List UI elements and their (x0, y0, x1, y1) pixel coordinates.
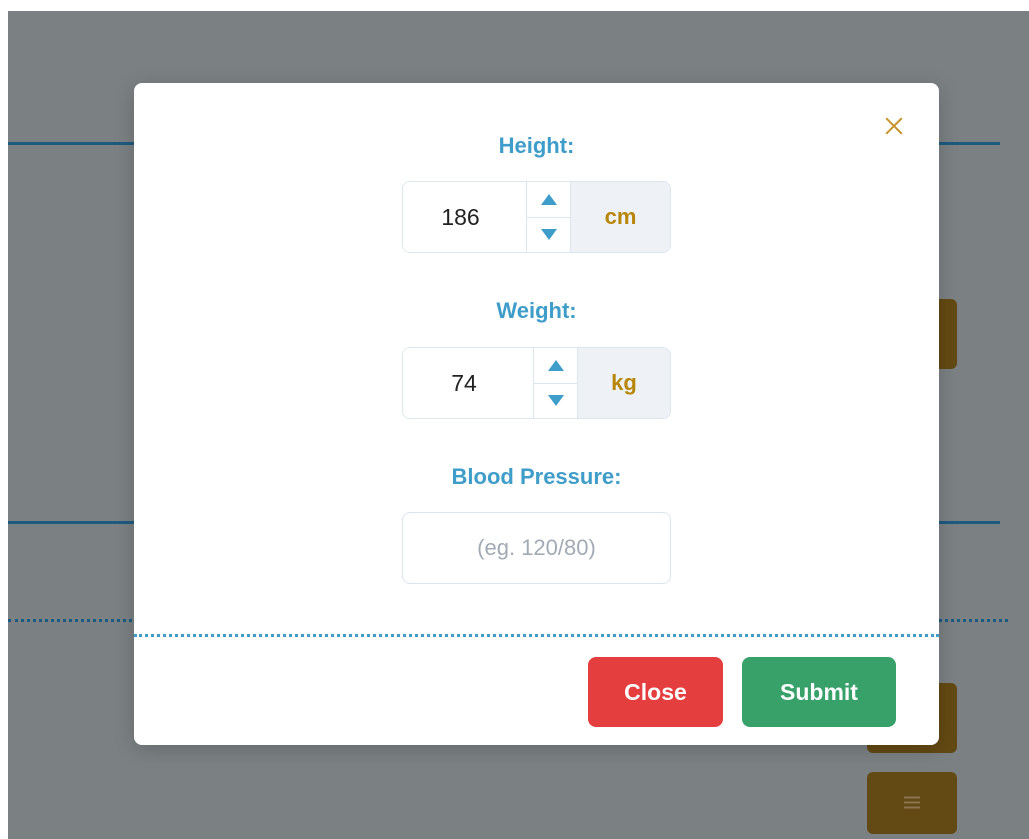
weight-label: Weight: (496, 298, 577, 323)
height-label: Height: (498, 133, 575, 158)
vitals-modal: Height: 186 cm Weight: 74 kg Blood Press… (134, 83, 939, 745)
height-unit: cm (570, 182, 670, 252)
height-increment-button[interactable] (527, 182, 570, 217)
weight-input-group: 74 kg (402, 347, 671, 419)
weight-unit: kg (577, 348, 670, 418)
height-stepper (526, 182, 570, 252)
footer-divider (134, 634, 939, 637)
triangle-down-icon (547, 395, 564, 407)
weight-increment-button[interactable] (534, 348, 577, 383)
height-input-group: 186 cm (402, 181, 671, 253)
height-value[interactable]: 186 (403, 204, 526, 231)
background-menu-button (867, 772, 957, 834)
triangle-up-icon (540, 193, 557, 205)
weight-number-input[interactable]: 74 (403, 348, 577, 418)
weight-stepper (533, 348, 577, 418)
triangle-down-icon (540, 229, 557, 241)
weight-value[interactable]: 74 (403, 370, 533, 397)
height-number-input[interactable]: 186 (403, 182, 570, 252)
weight-decrement-button[interactable] (534, 382, 577, 419)
blood-pressure-input[interactable] (402, 512, 671, 584)
submit-button[interactable]: Submit (742, 657, 896, 727)
hamburger-menu-icon (904, 796, 920, 810)
height-decrement-button[interactable] (527, 216, 570, 253)
close-button[interactable]: Close (588, 657, 723, 727)
triangle-up-icon (547, 359, 564, 371)
blood-pressure-label: Blood Pressure: (451, 464, 622, 489)
